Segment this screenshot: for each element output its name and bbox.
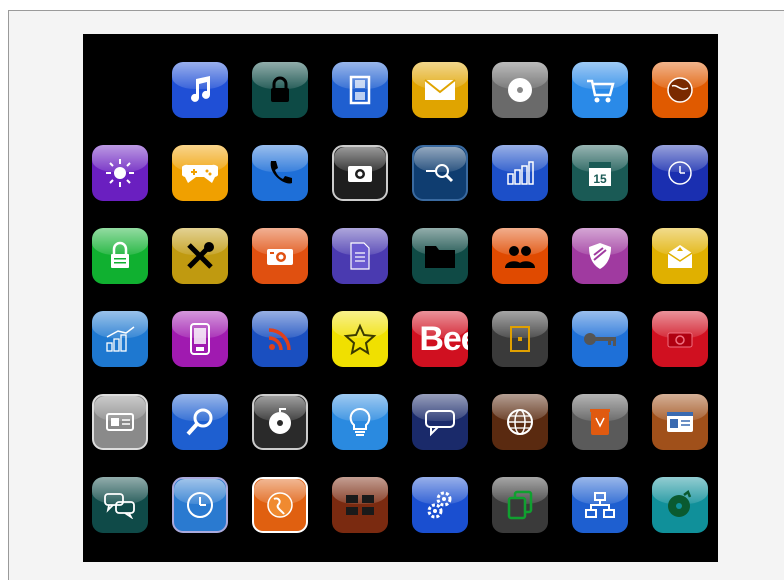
gamepad-icon[interactable] (172, 145, 228, 201)
camera-icon[interactable] (332, 145, 388, 201)
radiation-disc-icon[interactable] (252, 394, 308, 450)
disc-icon[interactable] (492, 62, 548, 118)
world-icon[interactable] (492, 394, 548, 450)
behance-icon[interactable]: Bee (412, 311, 468, 367)
music-disc-icon[interactable] (652, 477, 708, 533)
globe-icon[interactable] (652, 62, 708, 118)
book-icon[interactable] (492, 311, 548, 367)
contact-card-icon[interactable] (652, 394, 708, 450)
magnifier-icon[interactable] (172, 394, 228, 450)
users-icon[interactable] (492, 228, 548, 284)
document-icon[interactable] (332, 228, 388, 284)
shopping-cart-icon[interactable] (572, 62, 628, 118)
lock-icon[interactable] (252, 62, 308, 118)
star-icon[interactable] (332, 311, 388, 367)
mail-envelope-icon[interactable] (412, 62, 468, 118)
copy-pages-icon[interactable] (492, 477, 548, 533)
calendar-icon[interactable]: 15 (572, 145, 628, 201)
key-icon[interactable] (572, 311, 628, 367)
icon-board: 15 Bee (83, 34, 718, 562)
clock-icon[interactable] (652, 145, 708, 201)
grid-list-icon[interactable] (332, 477, 388, 533)
film-strip-icon[interactable] (332, 62, 388, 118)
shield-icon[interactable] (572, 228, 628, 284)
search-zoom-icon[interactable] (412, 145, 468, 201)
gears-icon[interactable] (412, 477, 468, 533)
network-icon[interactable] (572, 477, 628, 533)
clock-face-icon[interactable] (172, 477, 228, 533)
conversation-icon[interactable] (92, 477, 148, 533)
svg-text:15: 15 (593, 172, 607, 186)
trash-bin-icon[interactable] (572, 394, 628, 450)
mobile-phone-icon[interactable] (172, 311, 228, 367)
behance-label: Bee (419, 320, 468, 358)
growth-chart-icon[interactable] (92, 311, 148, 367)
inbox-icon[interactable] (652, 228, 708, 284)
chat-bubble-icon[interactable] (412, 394, 468, 450)
lightbulb-icon[interactable] (332, 394, 388, 450)
folder-icon[interactable] (412, 228, 468, 284)
tools-icon[interactable] (172, 228, 228, 284)
sun-settings-icon[interactable] (92, 145, 148, 201)
globe-orange-icon[interactable] (252, 477, 308, 533)
rss-feed-icon[interactable] (252, 311, 308, 367)
padlock-icon[interactable] (92, 228, 148, 284)
photo-camera-icon[interactable] (252, 228, 308, 284)
id-card-icon[interactable] (92, 394, 148, 450)
bar-chart-icon[interactable] (492, 145, 548, 201)
red-camera-icon[interactable] (652, 311, 708, 367)
phone-icon[interactable] (252, 145, 308, 201)
music-note-icon[interactable] (172, 62, 228, 118)
